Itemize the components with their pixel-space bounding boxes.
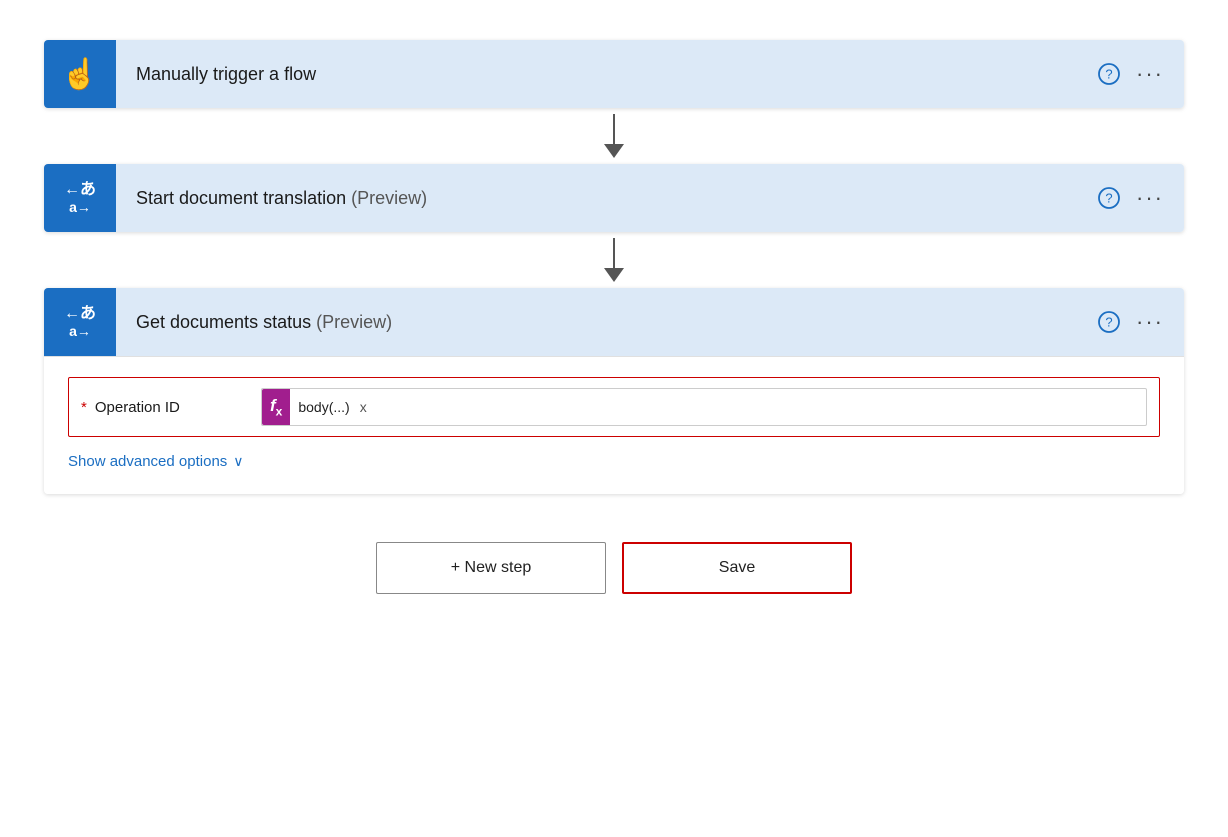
help-icon-start-translation[interactable]: ? — [1098, 187, 1120, 209]
step-actions-manual-trigger: ? ··· — [1098, 61, 1184, 87]
arrow-line-2 — [613, 238, 615, 268]
step-body-get-status: * Operation ID fx body(...) x Show advan… — [44, 356, 1184, 494]
arrow-line-1 — [613, 114, 615, 144]
step-card-get-status: ←あ a→ Get documents status (Preview) ? ·… — [44, 288, 1184, 494]
step-card-start-translation: ←あ a→ Start document translation (Previe… — [44, 164, 1184, 232]
arrow-head-2 — [604, 268, 624, 282]
bottom-buttons: + New step Save — [376, 542, 852, 594]
step-header-manual-trigger: ☝ Manually trigger a flow ? ··· — [44, 40, 1184, 108]
more-icon-get-status[interactable]: ··· — [1136, 309, 1164, 335]
svg-text:?: ? — [1105, 191, 1112, 206]
operation-id-field-row: * Operation ID fx body(...) x — [68, 377, 1160, 437]
step-card-manual-trigger: ☝ Manually trigger a flow ? ··· — [44, 40, 1184, 108]
step-title-manual-trigger: Manually trigger a flow — [116, 64, 1098, 85]
arrow-connector-2 — [604, 232, 624, 288]
help-icon-manual-trigger[interactable]: ? — [1098, 63, 1120, 85]
step-title-start-translation: Start document translation (Preview) — [116, 188, 1098, 209]
translate-icon-get-status: ←あ a→ — [44, 288, 116, 356]
fx-tag: fx — [262, 389, 290, 425]
save-button[interactable]: Save — [622, 542, 852, 594]
help-icon-get-status[interactable]: ? — [1098, 311, 1120, 333]
operation-id-label: * Operation ID — [81, 399, 261, 416]
svg-text:?: ? — [1105, 67, 1112, 82]
chevron-down-icon: ∨ — [233, 453, 243, 470]
step-actions-start-translation: ? ··· — [1098, 185, 1184, 211]
flow-container: ☝ Manually trigger a flow ? ··· — [44, 40, 1184, 594]
new-step-button[interactable]: + New step — [376, 542, 606, 594]
manual-trigger-icon: ☝ — [44, 40, 116, 108]
step-header-start-translation: ←あ a→ Start document translation (Previe… — [44, 164, 1184, 232]
fx-close-button[interactable]: x — [360, 399, 367, 415]
arrow-connector-1 — [604, 108, 624, 164]
more-icon-manual-trigger[interactable]: ··· — [1136, 61, 1164, 87]
step-header-get-status: ←あ a→ Get documents status (Preview) ? ·… — [44, 288, 1184, 356]
operation-id-value-area[interactable]: fx body(...) x — [261, 388, 1147, 426]
required-star: * — [81, 399, 87, 416]
step-title-get-status: Get documents status (Preview) — [116, 312, 1098, 333]
step-actions-get-status: ? ··· — [1098, 309, 1184, 335]
show-advanced-options-button[interactable]: Show advanced options ∨ — [68, 453, 244, 470]
fx-value-chip: body(...) x — [290, 399, 374, 415]
svg-text:?: ? — [1105, 315, 1112, 330]
arrow-head-1 — [604, 144, 624, 158]
translate-icon-start: ←あ a→ — [44, 164, 116, 232]
more-icon-start-translation[interactable]: ··· — [1136, 185, 1164, 211]
